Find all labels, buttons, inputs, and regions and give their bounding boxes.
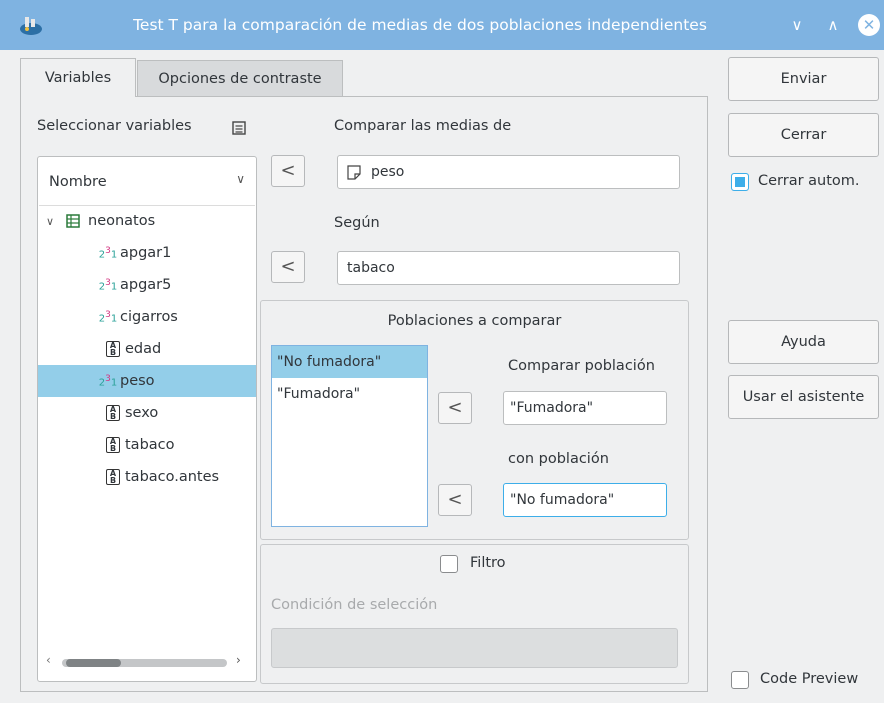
auto-close-checkbox[interactable] [731,173,749,191]
variable-name: apgar1 [120,245,172,261]
compare-population-field[interactable]: "Fumadora" [503,391,667,425]
string-var-icon: AB [106,437,120,453]
variable-name: tabaco.antes [125,469,220,485]
filter-label: Filtro [470,555,506,571]
filter-checkbox[interactable] [440,555,458,573]
tab-opciones-contraste[interactable]: Opciones de contraste [137,60,343,96]
add-compare-population-button[interactable]: < [438,392,472,424]
tree-dataset-node[interactable]: ∨ neonatos [38,205,256,237]
by-variable-value: tabaco [347,260,395,276]
scroll-thumb[interactable] [66,659,121,667]
compare-means-label: Comparar las medias de [334,118,512,134]
scroll-right-icon[interactable]: › [236,653,241,667]
condition-field[interactable] [271,628,678,668]
tree-item-apgar5[interactable]: 231 apgar5 [38,269,256,301]
help-button[interactable]: Ayuda [728,320,879,364]
select-variables-label: Seleccionar variables [37,118,192,134]
variable-doc-icon [347,164,361,180]
compare-variable-field[interactable]: peso [337,155,680,189]
close-window-button[interactable]: ✕ [858,14,880,36]
tree-item-peso[interactable]: 231 peso [38,365,256,397]
add-compare-button[interactable]: < [271,155,305,187]
variable-name: sexo [125,405,159,421]
with-population-value: "No fumadora" [510,492,615,508]
numeric-var-icon: 231 [98,373,118,389]
list-view-icon[interactable] [232,121,246,135]
tree-item-cigarros[interactable]: 231 cigarros [38,301,256,333]
string-var-icon: AB [106,469,120,485]
dataset-name: neonatos [88,213,156,229]
tree-item-apgar1[interactable]: 231 apgar1 [38,237,256,269]
sort-combo[interactable]: Nombre ∨ [39,158,255,206]
scroll-left-icon[interactable]: ‹ [46,653,51,667]
variable-name: peso [120,373,155,389]
list-item[interactable]: "No fumadora" [272,346,427,378]
wizard-button[interactable]: Usar el asistente [728,375,879,419]
expand-icon[interactable]: ∨ [46,215,58,228]
compare-population-label: Comparar población [508,358,655,374]
minimize-button[interactable]: ∨ [786,14,808,36]
variable-tree[interactable]: Nombre ∨ ∨ neonatos 231 apgar1 231 apgar… [37,156,257,682]
tree-item-tabaco-antes[interactable]: AB tabaco.antes [38,461,256,493]
maximize-button[interactable]: ∧ [822,14,844,36]
code-preview-checkbox[interactable] [731,671,749,689]
numeric-var-icon: 231 [98,309,118,325]
send-button[interactable]: Enviar [728,57,879,101]
numeric-var-icon: 231 [98,277,118,293]
tab-variables[interactable]: Variables [20,58,136,97]
variable-name: edad [125,341,162,357]
auto-close-label: Cerrar autom. [758,173,860,189]
string-var-icon: AB [106,341,120,357]
tree-item-sexo[interactable]: AB sexo [38,397,256,429]
list-item[interactable]: "Fumadora" [272,378,427,410]
populations-title: Poblaciones a comparar [387,313,562,329]
by-label: Según [334,215,380,231]
condition-label: Condición de selección [271,597,438,613]
window-title: Test T para la comparación de medias de … [133,16,707,34]
compare-population-value: "Fumadora" [510,400,594,416]
table-icon [66,214,80,228]
add-by-button[interactable]: < [271,251,305,283]
variable-name: cigarros [120,309,178,325]
title-bar: Test T para la comparación de medias de … [0,0,884,50]
tree-item-tabaco[interactable]: AB tabaco [38,429,256,461]
by-variable-field[interactable]: tabaco [337,251,680,285]
numeric-var-icon: 231 [98,245,118,261]
horizontal-scrollbar[interactable]: ‹ › [46,653,246,671]
tab-opciones-label: Opciones de contraste [158,71,322,87]
chevron-down-icon: ∨ [236,172,245,186]
tab-variables-label: Variables [44,70,112,86]
with-population-field[interactable]: "No fumadora" [503,483,667,517]
app-icon [20,17,42,35]
tree-body: ∨ neonatos 231 apgar1 231 apgar5 231 cig… [38,205,256,493]
tree-item-edad[interactable]: AB edad [38,333,256,365]
code-preview-label: Code Preview [760,671,859,687]
string-var-icon: AB [106,405,120,421]
compare-variable-value: peso [371,164,405,180]
populations-list[interactable]: "No fumadora" "Fumadora" [271,345,428,527]
variable-name: tabaco [125,437,175,453]
variable-name: apgar5 [120,277,172,293]
add-with-population-button[interactable]: < [438,484,472,516]
close-button[interactable]: Cerrar [728,113,879,157]
with-population-label: con población [508,451,609,467]
sort-combo-value: Nombre [49,173,107,190]
